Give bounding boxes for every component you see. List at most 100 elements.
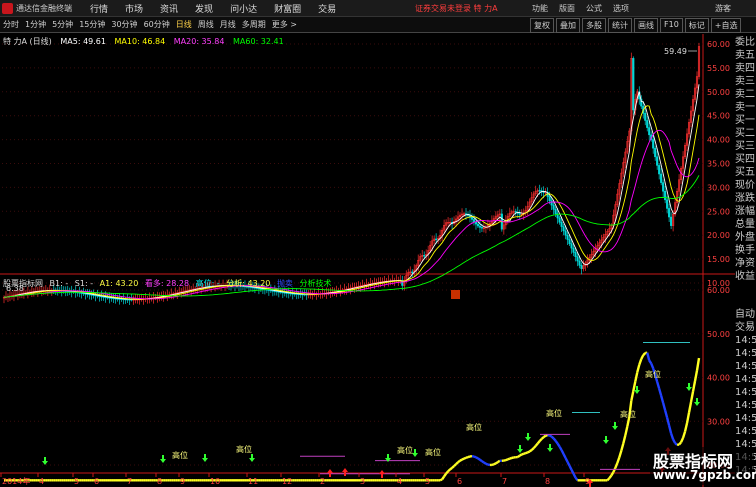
tab-5min[interactable]: 5分钟 [52,19,73,30]
tab-1min[interactable]: 1分钟 [25,19,46,30]
menu-caifuquan[interactable]: 财富圈 [274,2,301,15]
menu-xuanxiang[interactable]: 选项 [613,3,629,14]
indicator-title[interactable]: 股票指标网 [3,279,43,288]
candle-body [566,234,569,240]
indicator-segment [532,445,537,449]
indicator-segment [545,433,548,437]
indicator-segment [525,451,529,455]
candle-body [652,139,655,149]
right-menu: 功能 版面 公式 选项 [532,3,640,14]
tool-fuquan-button[interactable]: 复权 [530,18,554,33]
high-price-label: 59.49 [664,47,687,56]
gaowei-marker-label: 高位 [236,444,252,454]
candle-body [554,209,557,214]
quote-label: 卖二 [735,89,755,100]
stock-name-title: 特 力A [473,4,498,13]
indicator-segment [534,442,539,447]
menu-hangqing[interactable]: 行情 [90,2,108,15]
tab-30min[interactable]: 30分钟 [111,19,137,30]
quote-label: 卖四 [735,63,755,74]
sell-arrow-icon [612,422,618,430]
candle-body [664,190,667,201]
indicator-segment [552,437,557,442]
tool-huaxian-button[interactable]: 画线 [634,18,658,33]
time-tick-label: 4 [39,477,44,486]
candle-body [423,255,426,257]
indicator-segment [681,431,687,439]
kline-chart-area[interactable]: 60.00 55.00 50.00 45.00 40.00 35.00 30.00 25.00… [0,34,735,487]
tab-more[interactable]: 更多 > [272,19,297,30]
candle-body [472,219,476,223]
quote-label: 买二 [735,128,755,139]
main-menu: 行情 市场 资讯 发现 问小达 财富圈 交易 [90,2,353,15]
indicator-segment [679,437,685,443]
indicator-segment [618,450,623,458]
indicator-segment [497,459,501,464]
tab-monthly[interactable]: 月线 [220,19,236,30]
time-tick-label: 8 [157,477,162,486]
menu-zixun[interactable]: 资讯 [160,2,178,15]
time-tick-label: 4 [397,477,402,486]
indicator-segment [538,438,543,442]
indicator-segment [467,455,471,459]
indicator-segment [475,456,479,460]
tool-add-favorite-button[interactable]: +自选 [710,18,742,33]
guest-label[interactable]: 游客 [715,3,731,14]
fenxi-value: 分析: 43.20 [226,279,271,288]
tool-diejia-button[interactable]: 叠加 [556,18,580,33]
price-tick-label: 45.00 [707,112,730,121]
indicator-segment [517,454,521,459]
menu-shichang[interactable]: 市场 [125,2,143,15]
trade-label: 14:50 [735,361,756,372]
quote-label: 换手 [735,245,755,256]
tool-tongji-button[interactable]: 统计 [608,18,632,33]
indicator-segment [678,441,682,446]
indicator-segment [536,440,541,445]
candle-body [644,113,647,121]
menu-banmian[interactable]: 版面 [559,3,575,14]
indicator-segment [568,465,573,471]
gaowei-marker-label: 高位 [645,369,661,379]
a1-value: A1: 43.20 [99,279,139,288]
ma10-line [3,105,700,300]
menu-wenxiaoda[interactable]: 问小达 [230,2,257,15]
candle-body [662,182,665,192]
tool-duogu-button[interactable]: 多股 [582,18,606,33]
tab-60min[interactable]: 60分钟 [144,19,170,30]
indicator-segment [521,452,525,456]
indicator-segment [632,381,637,392]
menu-faxian[interactable]: 发现 [195,2,213,15]
price-tick-label: 40.00 [707,136,730,145]
indicator-segment [646,352,651,361]
indicator-segment [650,363,655,369]
trade-label: 14:50 [735,374,756,385]
login-notice[interactable]: 证券交易未登录 特 力A [415,3,498,14]
chart-tools: 复权 叠加 多股 统计 画线 F10 标记 +自选 [530,18,743,33]
tab-15min[interactable]: 15分钟 [79,19,105,30]
candle-body [660,173,663,183]
indicator-segment [558,446,563,451]
period-toolbar: 分时 1分钟 5分钟 15分钟 30分钟 60分钟 日线 周线 月线 多周期 更… [0,17,756,33]
tab-fenshi[interactable]: 分时 [3,19,19,30]
buy-arrow-icon [379,470,385,478]
indicator-info: 股票指标网 B1: - S1: - A1: 43.20 看多: 28.28 高位… [3,278,331,289]
quote-label: 现价 [735,180,755,191]
candle-body [518,213,521,215]
menu-gongneng[interactable]: 功能 [532,3,548,14]
app-logo-icon [2,3,13,14]
indicator-tick-label: 60.00 [707,286,730,295]
tab-daily[interactable]: 日线 [176,19,192,30]
candle-body [480,227,483,229]
menu-gongshi[interactable]: 公式 [586,3,602,14]
sell-arrow-icon [160,455,166,463]
tool-f10-button[interactable]: F10 [660,18,683,33]
indicator-segment [519,453,523,457]
candle-body [632,58,635,111]
quote-label: 卖五 [735,50,755,61]
menu-jiaoyi[interactable]: 交易 [318,2,336,15]
price-tick-label: 60.00 [707,40,730,49]
tool-biaoji-button[interactable]: 标记 [684,18,709,33]
trade-label: 14:50 [735,413,756,424]
tab-weekly[interactable]: 周线 [198,19,214,30]
tab-multi[interactable]: 多周期 [242,19,266,30]
